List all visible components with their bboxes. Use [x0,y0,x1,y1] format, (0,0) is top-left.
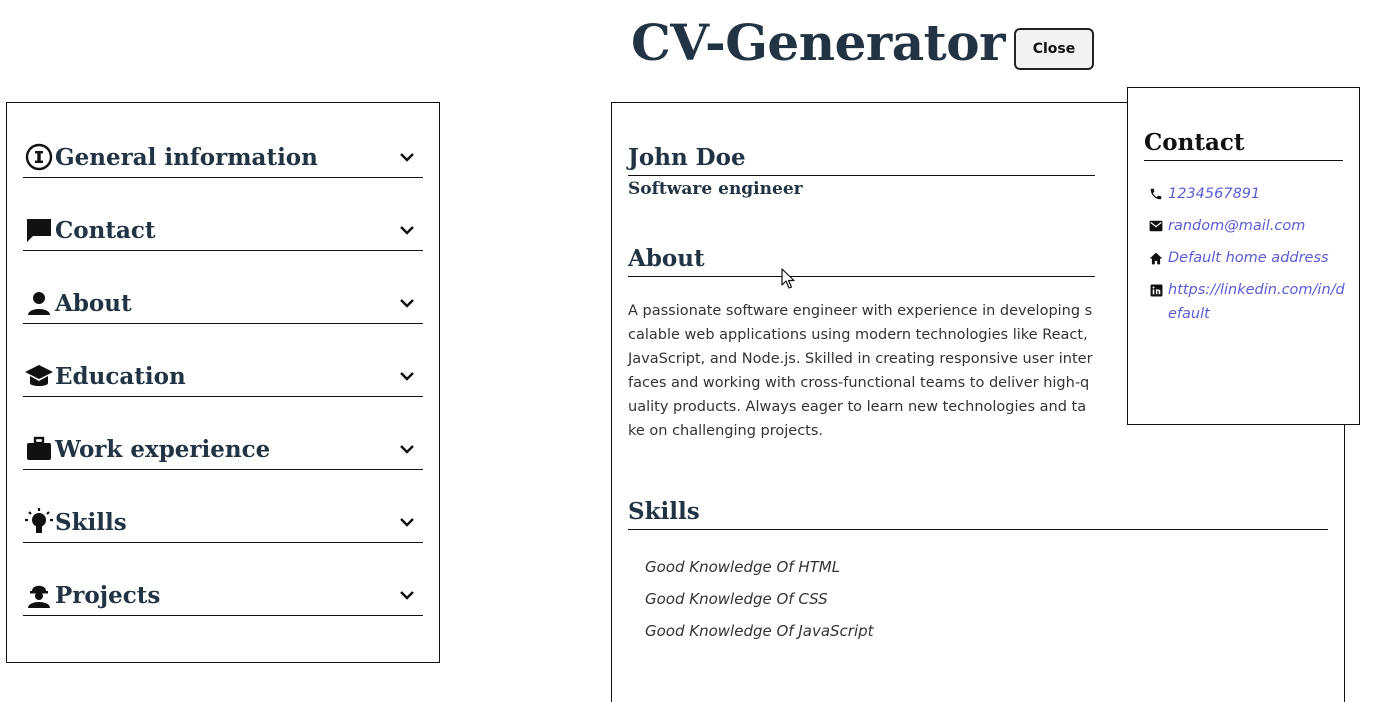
phone-link[interactable]: 1234567891 [1168,182,1260,206]
chevron-down-icon[interactable] [397,512,417,532]
form-panel: General information Contact About Educat… [6,102,440,663]
section-label: General information [55,143,318,171]
email-link[interactable]: random@mail.com [1168,214,1305,238]
about-heading: About [628,242,1095,277]
section-contact[interactable]: Contact [23,210,423,251]
cv-role: Software engineer [628,179,803,199]
section-label: Education [55,362,186,390]
chevron-down-icon[interactable] [397,147,417,167]
section-label: Projects [55,581,161,609]
lightbulb-icon [23,507,55,537]
contact-heading: Contact [1144,126,1343,161]
mail-icon [1144,214,1168,238]
cv-name: John Doe [628,141,1095,176]
section-work-experience[interactable]: Work experience [23,429,423,470]
contact-card: Contact 1234567891 random@mail.com Defau… [1127,87,1360,425]
section-about[interactable]: About [23,283,423,324]
graduation-cap-icon [23,361,55,391]
chevron-down-icon[interactable] [397,585,417,605]
linkedin-link[interactable]: https://linkedin.com/in/default [1168,278,1349,326]
briefcase-icon [23,434,55,464]
chevron-down-icon[interactable] [397,220,417,240]
info-icon [23,142,55,172]
engineer-icon [23,580,55,610]
person-icon [23,288,55,318]
section-projects[interactable]: Projects [23,575,423,616]
section-education[interactable]: Education [23,356,423,397]
skills-list: Good Knowledge Of HTML Good Knowledge Of… [645,551,874,647]
skill-item: Good Knowledge Of HTML [645,558,841,576]
app-title: CV-Generator [631,13,1005,72]
section-label: Contact [55,216,156,244]
section-skills[interactable]: Skills [23,502,423,543]
section-label: Skills [55,508,127,536]
skills-heading: Skills [628,495,1328,530]
contact-linkedin: https://linkedin.com/in/default [1144,278,1349,326]
chevron-down-icon[interactable] [397,293,417,313]
section-general-information[interactable]: General information [23,137,423,178]
app-header: CV-Generator Close [0,0,1385,90]
skill-item: Good Knowledge Of JavaScript [645,622,874,640]
linkedin-icon [1144,278,1168,302]
section-label: About [55,289,132,317]
home-icon [1144,246,1168,270]
about-text: A passionate software engineer with expe… [628,303,1093,439]
chat-icon [23,215,55,245]
address-link[interactable]: Default home address [1168,246,1329,270]
skill-item: Good Knowledge Of CSS [645,590,828,608]
chevron-down-icon[interactable] [397,366,417,386]
contact-email: random@mail.com [1144,214,1349,238]
section-label: Work experience [55,435,271,463]
close-button[interactable]: Close [1014,28,1094,70]
contact-phone: 1234567891 [1144,182,1349,206]
phone-icon [1144,182,1168,206]
contact-address: Default home address [1144,246,1349,270]
chevron-down-icon[interactable] [397,439,417,459]
